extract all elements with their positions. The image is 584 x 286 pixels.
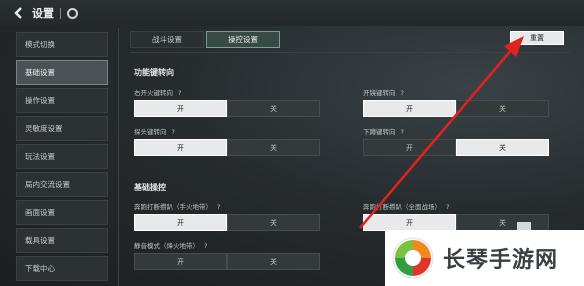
help-icon[interactable]: ? xyxy=(172,128,175,136)
section-title-basic-controls: 基础操控 xyxy=(134,183,166,192)
sidebar-item-gameplay-settings[interactable]: 玩法设置 xyxy=(16,144,108,169)
setting-label-text: 开镜键转向 xyxy=(363,89,396,97)
divider xyxy=(130,52,570,53)
setting-label-text: 奔跑打断攒趴（全面战场） xyxy=(363,203,441,211)
setting-label-text: 奔跑打断攒趴（手火地带） xyxy=(134,203,212,211)
sidebar-item-label: 载具设置 xyxy=(25,236,55,245)
toggle-scope-turn: 开 关 xyxy=(363,100,549,117)
sidebar-item-download-center[interactable]: 下载中心 xyxy=(16,256,108,281)
sidebar-item-label: 玩法设置 xyxy=(25,152,55,161)
section-title-function-keys: 功能键转向 xyxy=(134,68,174,77)
setting-label-text: 下蹲键转向 xyxy=(363,128,396,136)
sidebar-item-label: 基础设置 xyxy=(25,68,55,77)
toggle-peek-turn: 开 关 xyxy=(134,139,320,156)
tab-bar: 战斗设置 操控设置 xyxy=(130,31,282,48)
toggle-on-option[interactable]: 开 xyxy=(363,139,456,156)
sidebar-item-display-settings[interactable]: 画面设置 xyxy=(16,200,108,225)
help-icon[interactable]: ? xyxy=(401,89,404,97)
toggle-off-option[interactable]: 关 xyxy=(456,214,549,231)
toggle-on-option[interactable]: 开 xyxy=(363,100,456,117)
setting-label-text: 探头键转向 xyxy=(134,128,167,136)
setting-label: 开镜键转向? xyxy=(363,87,404,97)
help-icon[interactable]: ? xyxy=(204,242,207,250)
setting-label: 探头键转向? xyxy=(134,126,175,136)
toggle-right-fire-turn: 开 关 xyxy=(134,100,320,117)
tab-label: 操控设置 xyxy=(228,35,258,44)
toggle-off-option[interactable]: 关 xyxy=(227,139,320,156)
sidebar-item-label: 画面设置 xyxy=(25,208,55,217)
sidebar-item-basic-settings[interactable]: 基础设置 xyxy=(16,60,108,85)
toggle-on-option[interactable]: 开 xyxy=(134,139,227,156)
toggle-crouch-turn: 开 关 xyxy=(363,139,549,156)
setting-label-text: 右开火键转向 xyxy=(134,89,173,97)
sidebar-item-mode-switch[interactable]: 模式切换 xyxy=(16,32,108,57)
page-title: 设置 xyxy=(32,7,54,20)
sidebar-item-label: 下载中心 xyxy=(25,264,55,273)
toggle-on-option[interactable]: 开 xyxy=(134,100,227,117)
help-icon[interactable]: ? xyxy=(217,203,220,211)
top-bar: 设置 xyxy=(0,0,584,26)
sidebar-item-label: 操作设置 xyxy=(25,96,55,105)
tab-label: 战斗设置 xyxy=(152,35,182,44)
sidebar: 模式切换 基础设置 操作设置 灵敏度设置 玩法设置 局内交流设置 画面设置 载具… xyxy=(16,32,108,284)
reset-button[interactable]: 重置 xyxy=(510,31,564,45)
toggle-off-option[interactable]: 关 xyxy=(227,253,320,270)
site-logo-icon xyxy=(392,237,434,279)
sidebar-item-operation-settings[interactable]: 操作设置 xyxy=(16,88,108,113)
toggle-on-option[interactable]: 开 xyxy=(134,253,227,270)
help-icon[interactable]: ? xyxy=(401,128,404,136)
chevron-left-icon[interactable] xyxy=(12,6,26,20)
divider xyxy=(60,7,61,19)
toggle-off-option[interactable]: 关 xyxy=(456,139,549,156)
setting-label: 奔跑打断攒趴（全面战场）? xyxy=(363,201,449,211)
divider xyxy=(118,28,119,286)
sidebar-item-vehicle-settings[interactable]: 载具设置 xyxy=(16,228,108,253)
toggle-off-option[interactable]: 关 xyxy=(227,214,320,231)
setting-label: 下蹲键转向? xyxy=(363,126,404,136)
sidebar-item-sensitivity-settings[interactable]: 灵敏度设置 xyxy=(16,116,108,141)
setting-label: 奔跑打断攒趴（手火地带）? xyxy=(134,201,220,211)
tab-control-settings[interactable]: 操控设置 xyxy=(206,31,280,48)
toggle-off-option[interactable]: 关 xyxy=(227,100,320,117)
toggle-run-interrupt-hazard: 开 关 xyxy=(134,214,320,231)
help-icon[interactable]: ? xyxy=(446,203,449,211)
toggle-silent-mode: 开 关 xyxy=(134,253,320,270)
watermark: 长琴手游网 xyxy=(385,230,584,286)
setting-label-text: 静音模式（烽火地带） xyxy=(134,242,199,250)
help-icon[interactable]: ? xyxy=(178,89,181,97)
sidebar-item-label: 灵敏度设置 xyxy=(25,124,63,133)
toggle-on-option[interactable]: 开 xyxy=(363,214,456,231)
setting-label: 右开火键转向? xyxy=(134,87,181,97)
toggle-on-option[interactable]: 开 xyxy=(134,214,227,231)
sidebar-item-label: 局内交流设置 xyxy=(25,180,70,189)
toggle-off-option[interactable]: 关 xyxy=(456,100,549,117)
watermark-text: 长琴手游网 xyxy=(443,248,559,273)
sidebar-item-label: 模式切换 xyxy=(25,40,55,49)
sidebar-item-communication-settings[interactable]: 局内交流设置 xyxy=(16,172,108,197)
ring-icon[interactable] xyxy=(67,7,78,19)
setting-label: 静音模式（烽火地带）? xyxy=(134,240,207,250)
tab-combat-settings[interactable]: 战斗设置 xyxy=(130,31,204,48)
